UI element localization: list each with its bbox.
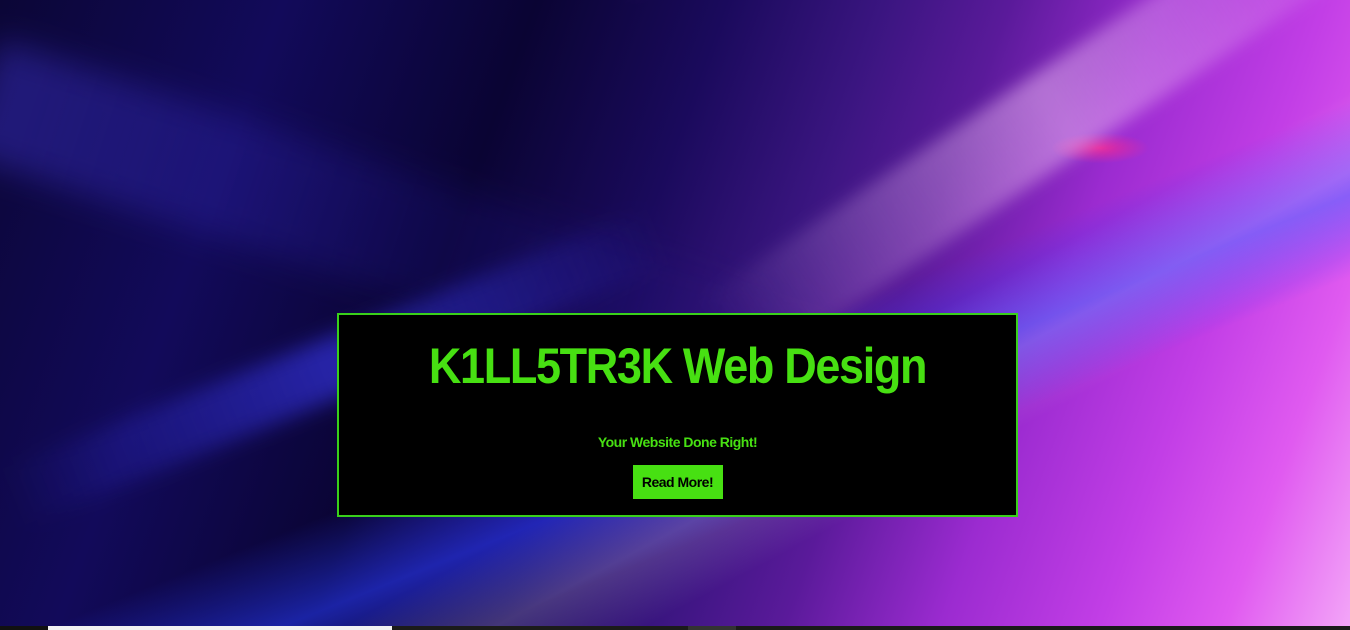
hero-panel: K1LL5TR3K Web Design Your Website Done R… <box>337 313 1018 517</box>
bottom-strip-segment <box>688 626 736 630</box>
read-more-button[interactable]: Read More! <box>632 465 723 499</box>
bottom-strip-segment <box>48 626 392 630</box>
hero-background: K1LL5TR3K Web Design Your Website Done R… <box>0 0 1350 630</box>
bottom-strip-segment <box>736 626 1350 630</box>
bottom-strip-segment <box>0 626 48 630</box>
bottom-strip-segment <box>392 626 688 630</box>
bottom-edge-strip <box>0 626 1350 630</box>
hero-tagline: Your Website Done Right! <box>597 434 758 450</box>
hero-title: K1LL5TR3K Web Design <box>428 338 928 394</box>
